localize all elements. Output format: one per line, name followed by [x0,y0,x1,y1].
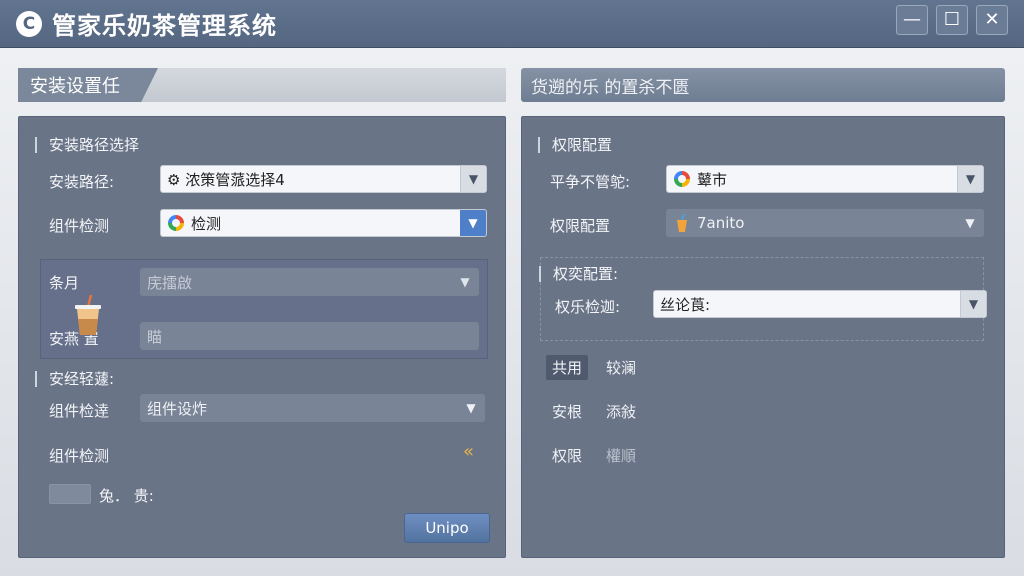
chevron-down-icon: ▼ [960,291,986,317]
collapse-icon[interactable]: « [463,441,474,462]
app-logo-icon: C [16,10,42,37]
component-check-value: 检测 [191,214,222,233]
install-location-value: 瞄 [147,327,163,346]
component-check2-label: 组件检逹 [49,402,110,420]
component-check-label: 组件检测 [49,217,110,235]
chevron-down-icon: ▼ [460,275,470,289]
title-bar: C 管家乐奶茶管理系统 — ☐ ✕ [0,0,1024,48]
install-path-select[interactable]: ⚙ 浓策管蒎选择4 ▼ [160,165,487,193]
month-value: 庑擂啟 [147,273,193,292]
component-check2-select[interactable]: 组件设炸 ▼ [140,394,485,422]
permission-check-label: 权乐检迦: [555,298,621,316]
window-controls: — ☐ ✕ [896,5,1008,35]
tab-secondary[interactable]: 较澜 [600,355,642,380]
component-check-select[interactable]: 检测 ▼ [160,209,487,237]
permission-check-select[interactable]: 丝论莨: ▼ [653,290,987,318]
section-permission-config: 权奕配置: [539,266,618,282]
close-icon: ✕ [984,9,1000,30]
section-install-config: 安经轻蘧: [35,371,114,387]
maximize-button[interactable]: ☐ [936,5,968,35]
install-settings-panel: 安装路径选择 安装路径: ⚙ 浓策管蒎选择4 ▼ 组件检测 检测 ▼ 条月 庑擂… [18,116,506,558]
close-button[interactable]: ✕ [976,5,1008,35]
option-row2-b[interactable]: 添敍 [600,399,642,424]
month-select[interactable]: 庑擂啟 ▼ [140,268,479,296]
chevron-down-icon: ▼ [965,216,975,230]
drink-icon [673,214,691,232]
install-path-label: 安装路径: [49,173,115,191]
logo-letter: C [22,13,36,34]
chevron-down-icon: ▼ [957,166,983,192]
right-header: 货遡的乐 的置杀不匮 [521,68,1005,102]
chrome-icon [673,170,691,188]
permission-row2-select[interactable]: 7anito ▼ [666,209,984,237]
option-row2-a[interactable]: 安根 [546,399,588,424]
sub-settings-box: 条月 庑擂啟 ▼ 安燕 置 瞄 [40,259,488,359]
permission-row1-label: 平争不管鸵: [550,173,631,191]
right-header-title: 货遡的乐 的置杀不匮 [531,77,690,98]
chevron-down-icon: ▼ [466,401,476,415]
chrome-icon [167,214,185,232]
minimize-icon: — [903,9,921,30]
section-permissions: 权限配置 [538,137,612,153]
section-install-path: 安装路径选择 [35,137,139,153]
maximize-icon: ☐ [943,9,961,30]
component-check3-label: 组件检测 [49,447,110,465]
left-header-title: 安装设置任 [30,76,120,97]
install-location-input[interactable]: 瞄 [140,322,479,350]
install-path-value: ⚙ 浓策管蒎选择4 [167,170,285,189]
option-row3-a[interactable]: 权限 [546,443,588,468]
option-checkbox[interactable] [49,484,91,504]
left-header-tab[interactable]: 安装设置任 [18,68,158,102]
install-button-label: Unipo [425,519,469,537]
chevron-down-icon: ▼ [460,166,486,192]
option-row3-b[interactable]: 權順 [600,443,642,468]
checkbox-label: 兔． 贵: [99,487,154,505]
permission-check-value: 丝论莨: [660,295,711,314]
permission-row1-select[interactable]: 鼙市 ▼ [666,165,984,193]
permission-settings-panel: 权限配置 平争不管鸵: 鼙市 ▼ 权限配置 7anito ▼ 权奕配置: 权乐检… [521,116,1005,558]
permission-config-group: 权奕配置: 权乐检迦: 丝论莨: ▼ [539,257,987,341]
chevron-down-icon: ▼ [460,210,486,236]
permission-row1-value: 鼙市 [697,170,728,189]
milk-tea-cup-icon [75,294,101,335]
permission-row2-label: 权限配置 [550,217,611,235]
component-check2-value: 组件设炸 [147,399,208,418]
minimize-button[interactable]: — [896,5,928,35]
month-label: 条月 [49,274,80,292]
window-title: 管家乐奶茶管理系统 [52,12,277,40]
permission-row2-value: 7anito [697,214,745,232]
tab-shared[interactable]: 共用 [546,355,589,380]
install-button[interactable]: Unipo [404,513,490,543]
